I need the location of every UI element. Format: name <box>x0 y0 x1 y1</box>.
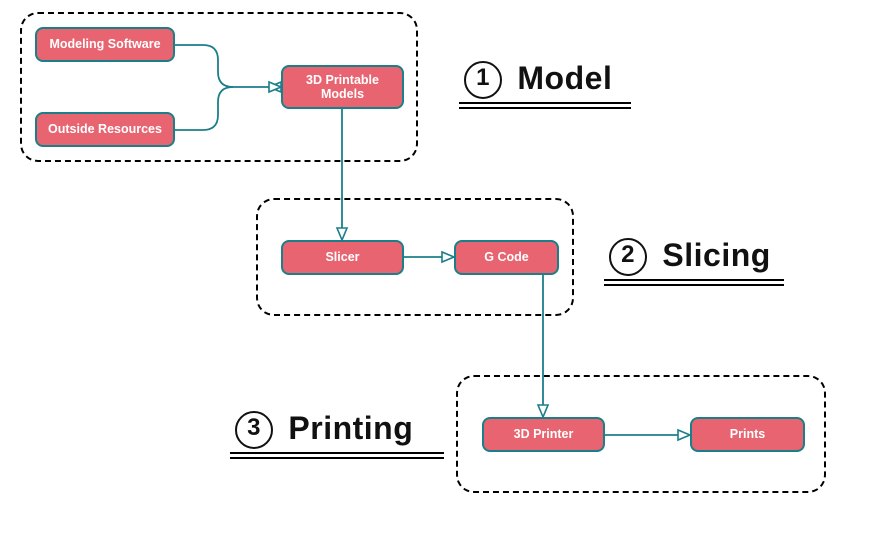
node-printer: 3D Printer <box>482 417 605 452</box>
node-label: Prints <box>730 427 765 441</box>
stage-number: 3 <box>235 411 273 449</box>
node-label: G Code <box>484 250 528 264</box>
stage-underline-model <box>459 102 631 109</box>
stage-underline-printing <box>230 452 444 459</box>
node-label: 3D Printable Models <box>289 73 396 102</box>
node-modeling-software: Modeling Software <box>35 27 175 62</box>
stage-underline-slicing <box>604 279 784 286</box>
stage-label-printing: 3 Printing <box>235 410 413 449</box>
node-label: 3D Printer <box>514 427 574 441</box>
node-label: Modeling Software <box>49 37 160 51</box>
node-outside-resources: Outside Resources <box>35 112 175 147</box>
stage-title: Slicing <box>662 237 770 273</box>
node-slicer: Slicer <box>281 240 404 275</box>
node-label: Outside Resources <box>48 122 162 136</box>
stage-number: 1 <box>464 61 502 99</box>
stage-title: Printing <box>288 410 413 446</box>
stage-label-model: 1 Model <box>464 60 612 99</box>
stage-label-slicing: 2 Slicing <box>609 237 771 276</box>
stage-number: 2 <box>609 238 647 276</box>
node-label: Slicer <box>325 250 359 264</box>
node-printable-models: 3D Printable Models <box>281 65 404 109</box>
stage-title: Model <box>517 60 612 96</box>
node-gcode: G Code <box>454 240 559 275</box>
node-prints: Prints <box>690 417 805 452</box>
